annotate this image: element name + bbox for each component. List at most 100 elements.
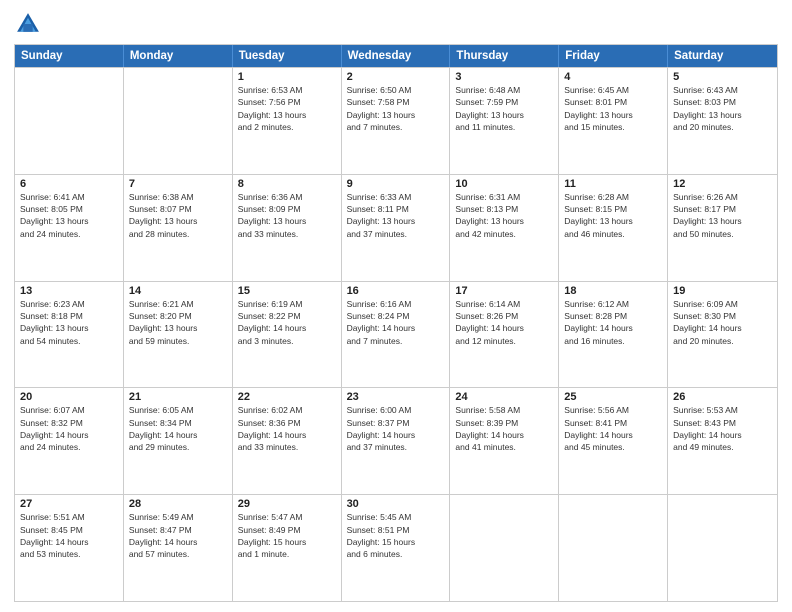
cell-info: Sunrise: 6:07 AM Sunset: 8:32 PM Dayligh…: [20, 404, 118, 453]
day-number: 2: [347, 71, 445, 83]
cell-info: Sunrise: 6:00 AM Sunset: 8:37 PM Dayligh…: [347, 404, 445, 453]
calendar: SundayMondayTuesdayWednesdayThursdayFrid…: [14, 44, 778, 602]
day-number: 23: [347, 391, 445, 403]
calendar-cell: 12Sunrise: 6:26 AM Sunset: 8:17 PM Dayli…: [668, 175, 777, 281]
day-number: 7: [129, 178, 227, 190]
cell-info: Sunrise: 6:50 AM Sunset: 7:58 PM Dayligh…: [347, 84, 445, 133]
calendar-cell: 23Sunrise: 6:00 AM Sunset: 8:37 PM Dayli…: [342, 388, 451, 494]
cell-info: Sunrise: 5:49 AM Sunset: 8:47 PM Dayligh…: [129, 511, 227, 560]
day-number: 9: [347, 178, 445, 190]
day-number: 26: [673, 391, 772, 403]
day-number: 4: [564, 71, 662, 83]
day-number: 14: [129, 285, 227, 297]
calendar-cell: 13Sunrise: 6:23 AM Sunset: 8:18 PM Dayli…: [15, 282, 124, 388]
day-number: 20: [20, 391, 118, 403]
header: [14, 10, 778, 38]
weekday-header: Thursday: [450, 45, 559, 67]
day-number: 21: [129, 391, 227, 403]
calendar-row: 20Sunrise: 6:07 AM Sunset: 8:32 PM Dayli…: [15, 387, 777, 494]
logo-icon: [14, 10, 42, 38]
cell-info: Sunrise: 6:19 AM Sunset: 8:22 PM Dayligh…: [238, 298, 336, 347]
calendar-cell: 28Sunrise: 5:49 AM Sunset: 8:47 PM Dayli…: [124, 495, 233, 601]
day-number: 24: [455, 391, 553, 403]
calendar-cell: 15Sunrise: 6:19 AM Sunset: 8:22 PM Dayli…: [233, 282, 342, 388]
calendar-cell: 24Sunrise: 5:58 AM Sunset: 8:39 PM Dayli…: [450, 388, 559, 494]
calendar-cell: 11Sunrise: 6:28 AM Sunset: 8:15 PM Dayli…: [559, 175, 668, 281]
cell-info: Sunrise: 5:45 AM Sunset: 8:51 PM Dayligh…: [347, 511, 445, 560]
cell-info: Sunrise: 6:14 AM Sunset: 8:26 PM Dayligh…: [455, 298, 553, 347]
day-number: 10: [455, 178, 553, 190]
calendar-cell: 16Sunrise: 6:16 AM Sunset: 8:24 PM Dayli…: [342, 282, 451, 388]
calendar-cell: 27Sunrise: 5:51 AM Sunset: 8:45 PM Dayli…: [15, 495, 124, 601]
calendar-row: 27Sunrise: 5:51 AM Sunset: 8:45 PM Dayli…: [15, 494, 777, 601]
day-number: 8: [238, 178, 336, 190]
calendar-cell: 5Sunrise: 6:43 AM Sunset: 8:03 PM Daylig…: [668, 68, 777, 174]
calendar-cell: 2Sunrise: 6:50 AM Sunset: 7:58 PM Daylig…: [342, 68, 451, 174]
calendar-cell: [668, 495, 777, 601]
weekday-header: Saturday: [668, 45, 777, 67]
cell-info: Sunrise: 5:58 AM Sunset: 8:39 PM Dayligh…: [455, 404, 553, 453]
cell-info: Sunrise: 5:47 AM Sunset: 8:49 PM Dayligh…: [238, 511, 336, 560]
cell-info: Sunrise: 6:21 AM Sunset: 8:20 PM Dayligh…: [129, 298, 227, 347]
day-number: 25: [564, 391, 662, 403]
cell-info: Sunrise: 6:05 AM Sunset: 8:34 PM Dayligh…: [129, 404, 227, 453]
logo: [14, 10, 48, 38]
calendar-cell: 19Sunrise: 6:09 AM Sunset: 8:30 PM Dayli…: [668, 282, 777, 388]
calendar-cell: 4Sunrise: 6:45 AM Sunset: 8:01 PM Daylig…: [559, 68, 668, 174]
weekday-header: Sunday: [15, 45, 124, 67]
day-number: 28: [129, 498, 227, 510]
day-number: 27: [20, 498, 118, 510]
weekday-header: Tuesday: [233, 45, 342, 67]
cell-info: Sunrise: 6:41 AM Sunset: 8:05 PM Dayligh…: [20, 191, 118, 240]
calendar-cell: 20Sunrise: 6:07 AM Sunset: 8:32 PM Dayli…: [15, 388, 124, 494]
calendar-cell: 3Sunrise: 6:48 AM Sunset: 7:59 PM Daylig…: [450, 68, 559, 174]
cell-info: Sunrise: 5:56 AM Sunset: 8:41 PM Dayligh…: [564, 404, 662, 453]
day-number: 1: [238, 71, 336, 83]
day-number: 30: [347, 498, 445, 510]
cell-info: Sunrise: 6:28 AM Sunset: 8:15 PM Dayligh…: [564, 191, 662, 240]
calendar-row: 1Sunrise: 6:53 AM Sunset: 7:56 PM Daylig…: [15, 67, 777, 174]
calendar-cell: 7Sunrise: 6:38 AM Sunset: 8:07 PM Daylig…: [124, 175, 233, 281]
calendar-body: 1Sunrise: 6:53 AM Sunset: 7:56 PM Daylig…: [15, 67, 777, 601]
cell-info: Sunrise: 6:23 AM Sunset: 8:18 PM Dayligh…: [20, 298, 118, 347]
weekday-header: Wednesday: [342, 45, 451, 67]
cell-info: Sunrise: 6:36 AM Sunset: 8:09 PM Dayligh…: [238, 191, 336, 240]
cell-info: Sunrise: 6:09 AM Sunset: 8:30 PM Dayligh…: [673, 298, 772, 347]
cell-info: Sunrise: 6:53 AM Sunset: 7:56 PM Dayligh…: [238, 84, 336, 133]
calendar-cell: 10Sunrise: 6:31 AM Sunset: 8:13 PM Dayli…: [450, 175, 559, 281]
day-number: 3: [455, 71, 553, 83]
calendar-cell: 8Sunrise: 6:36 AM Sunset: 8:09 PM Daylig…: [233, 175, 342, 281]
cell-info: Sunrise: 6:26 AM Sunset: 8:17 PM Dayligh…: [673, 191, 772, 240]
calendar-row: 13Sunrise: 6:23 AM Sunset: 8:18 PM Dayli…: [15, 281, 777, 388]
calendar-cell: 30Sunrise: 5:45 AM Sunset: 8:51 PM Dayli…: [342, 495, 451, 601]
day-number: 29: [238, 498, 336, 510]
calendar-cell: 6Sunrise: 6:41 AM Sunset: 8:05 PM Daylig…: [15, 175, 124, 281]
day-number: 11: [564, 178, 662, 190]
day-number: 12: [673, 178, 772, 190]
calendar-cell: 17Sunrise: 6:14 AM Sunset: 8:26 PM Dayli…: [450, 282, 559, 388]
calendar-cell: [124, 68, 233, 174]
calendar-cell: 21Sunrise: 6:05 AM Sunset: 8:34 PM Dayli…: [124, 388, 233, 494]
day-number: 16: [347, 285, 445, 297]
cell-info: Sunrise: 5:51 AM Sunset: 8:45 PM Dayligh…: [20, 511, 118, 560]
day-number: 18: [564, 285, 662, 297]
cell-info: Sunrise: 6:33 AM Sunset: 8:11 PM Dayligh…: [347, 191, 445, 240]
day-number: 13: [20, 285, 118, 297]
cell-info: Sunrise: 6:38 AM Sunset: 8:07 PM Dayligh…: [129, 191, 227, 240]
day-number: 5: [673, 71, 772, 83]
cell-info: Sunrise: 6:45 AM Sunset: 8:01 PM Dayligh…: [564, 84, 662, 133]
day-number: 6: [20, 178, 118, 190]
cell-info: Sunrise: 6:12 AM Sunset: 8:28 PM Dayligh…: [564, 298, 662, 347]
cell-info: Sunrise: 5:53 AM Sunset: 8:43 PM Dayligh…: [673, 404, 772, 453]
cell-info: Sunrise: 6:48 AM Sunset: 7:59 PM Dayligh…: [455, 84, 553, 133]
calendar-cell: [450, 495, 559, 601]
calendar-header: SundayMondayTuesdayWednesdayThursdayFrid…: [15, 45, 777, 67]
calendar-cell: 26Sunrise: 5:53 AM Sunset: 8:43 PM Dayli…: [668, 388, 777, 494]
cell-info: Sunrise: 6:02 AM Sunset: 8:36 PM Dayligh…: [238, 404, 336, 453]
calendar-cell: 9Sunrise: 6:33 AM Sunset: 8:11 PM Daylig…: [342, 175, 451, 281]
calendar-cell: [15, 68, 124, 174]
day-number: 22: [238, 391, 336, 403]
calendar-cell: 22Sunrise: 6:02 AM Sunset: 8:36 PM Dayli…: [233, 388, 342, 494]
cell-info: Sunrise: 6:31 AM Sunset: 8:13 PM Dayligh…: [455, 191, 553, 240]
calendar-cell: 29Sunrise: 5:47 AM Sunset: 8:49 PM Dayli…: [233, 495, 342, 601]
